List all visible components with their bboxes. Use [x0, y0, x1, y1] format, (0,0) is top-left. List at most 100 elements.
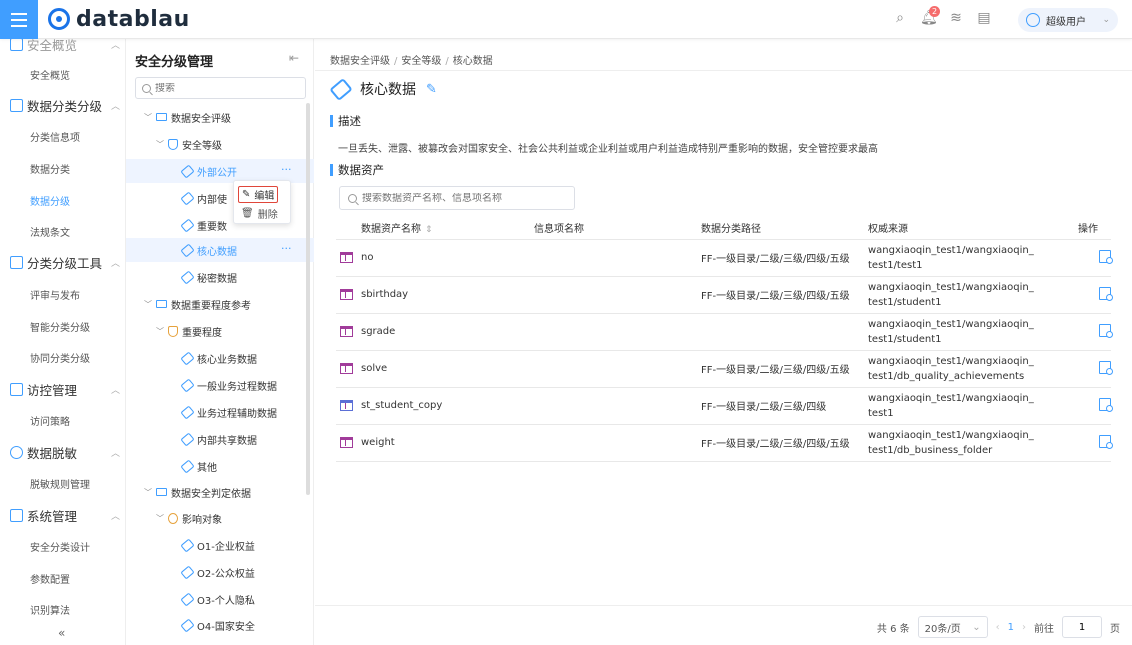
next-page-button[interactable]: ›	[1022, 622, 1026, 633]
tree-node[interactable]: O4-国家安全	[180, 613, 255, 637]
sidebar-group-tools[interactable]: 分类分级工具 ︿	[10, 253, 120, 272]
view-detail-icon[interactable]	[1099, 249, 1113, 264]
user-menu[interactable]: 超级用户 ⌄	[1018, 8, 1118, 32]
tree-node[interactable]: 核心业务数据	[180, 346, 257, 370]
sidebar-item-collab[interactable]: 协同分类分级	[30, 350, 90, 365]
tree-node[interactable]: O1-企业权益	[180, 533, 255, 557]
more-icon[interactable]: ···	[281, 163, 292, 176]
sidebar-item-smart[interactable]: 智能分类分级	[30, 319, 90, 334]
tag-icon	[180, 164, 195, 178]
tree-node[interactable]: ﹀ 安全等级	[156, 132, 222, 156]
sidebar-group-access[interactable]: 访控管理 ︿	[10, 380, 120, 399]
tag-icon	[180, 191, 195, 205]
shield-icon	[168, 138, 178, 150]
breadcrumb-item[interactable]: 安全等级	[401, 56, 441, 67]
page-number[interactable]: 1	[1008, 622, 1014, 633]
source-line: test1/student1	[868, 296, 942, 308]
tree-node[interactable]: 内部共享数据	[180, 427, 257, 451]
sidebar-collapse-button[interactable]: «	[58, 626, 65, 640]
class-path: FF-一级目录/二级/三级/四级/五级	[701, 350, 868, 388]
view-detail-icon[interactable]	[1099, 397, 1113, 412]
breadcrumb-item[interactable]: 数据安全评级	[330, 56, 390, 67]
delete-menu-item[interactable]: 🗑︎ 删除	[238, 205, 281, 222]
sidebar-item-sec-design[interactable]: 安全分类设计	[30, 539, 90, 554]
chevron-up-icon: ︿	[110, 512, 120, 522]
logo[interactable]: datablau	[48, 5, 190, 33]
tree-title: 安全分级管理	[135, 55, 214, 70]
sidebar-group-mask[interactable]: 数据脱敏 ︿	[10, 443, 120, 462]
tag-icon	[180, 618, 195, 632]
tree-node[interactable]: O2-公众权益	[180, 560, 255, 584]
asset-search[interactable]	[339, 186, 575, 210]
asset-name: no	[361, 252, 374, 263]
tree-node[interactable]: ﹀ 数据重要程度参考	[144, 292, 251, 316]
tree-node[interactable]: ﹀ 数据安全判定依据	[144, 480, 251, 504]
view-detail-icon[interactable]	[1099, 434, 1113, 449]
goto-page-input[interactable]	[1062, 616, 1102, 638]
sidebar-item-algo[interactable]: 识别算法	[30, 602, 70, 617]
table-row: no FF-一级目录/二级/三级/四级/五级 wangxiaoqin_test1…	[336, 239, 1113, 277]
tree-node[interactable]: ﹀ 数据安全评级	[144, 105, 231, 129]
tree-node[interactable]: 一般业务过程数据	[180, 373, 277, 397]
sidebar-item-laws[interactable]: 法规条文	[30, 224, 70, 239]
tag-icon	[180, 218, 195, 232]
calendar-icon[interactable]: ▤	[976, 10, 992, 26]
logo-icon	[48, 8, 70, 30]
search-icon	[348, 193, 357, 203]
tree-node[interactable]: O3-个人隐私	[180, 587, 255, 611]
sort-icon[interactable]: ⇕	[425, 225, 433, 235]
view-detail-icon[interactable]	[1099, 360, 1113, 375]
bell-icon[interactable]: 🔔︎ 2	[920, 6, 940, 26]
sidebar-group-system[interactable]: 系统管理 ︿	[10, 506, 120, 525]
sidebar-item-mask-rules[interactable]: 脱敏规则管理	[30, 476, 90, 491]
page-suffix: 页	[1110, 623, 1120, 635]
more-icon[interactable]: ···	[281, 242, 292, 255]
layers-icon[interactable]: ≋	[948, 10, 964, 26]
sidebar-item-data-classify[interactable]: 数据分类	[30, 161, 70, 176]
prev-page-button[interactable]: ‹	[996, 622, 1000, 633]
tag-icon	[180, 351, 195, 365]
view-detail-icon[interactable]	[1099, 323, 1113, 338]
search-icon[interactable]: ⌕	[892, 10, 908, 26]
tree-node[interactable]: ﹀ 重要程度	[156, 319, 222, 343]
view-detail-icon[interactable]	[1099, 286, 1113, 301]
menu-toggle-button[interactable]	[0, 0, 38, 39]
divider	[315, 70, 1132, 71]
sidebar-group-classify[interactable]: 数据分类分级 ︿	[10, 96, 120, 115]
sidebar-item-classify-info[interactable]: 分类信息项	[30, 129, 80, 144]
collapse-all-icon[interactable]: ⇤	[289, 51, 299, 65]
tree-search-input[interactable]	[155, 82, 295, 94]
tools-icon	[10, 256, 23, 269]
sidebar-item-overview[interactable]: 安全概览	[30, 67, 70, 82]
column-header[interactable]: 数据资产名称 ⇕	[336, 217, 534, 240]
source-line: test1/student1	[868, 333, 942, 345]
tree-scrollbar[interactable]	[306, 103, 310, 495]
tree-node[interactable]: 重要数	[180, 213, 227, 237]
asset-search-input[interactable]	[362, 192, 562, 204]
table-row: weight FF-一级目录/二级/三级/四级/五级 wangxiaoqin_t…	[336, 424, 1113, 462]
sidebar-group-overview[interactable]: 安全概览 ︿	[10, 39, 120, 54]
tree-node[interactable]: ﹀ 影响对象	[156, 506, 222, 530]
tree-node[interactable]: 秘密数据	[180, 265, 237, 289]
header-icons: ⌕ 🔔︎ 2 ≋ ▤	[892, 6, 992, 26]
source-line: wangxiaoqin_test1/wangxiaoqin_	[868, 429, 1034, 441]
sidebar-item-params[interactable]: 参数配置	[30, 571, 70, 586]
tree-node[interactable]: 其他	[180, 454, 217, 478]
pagination: 共 6 条 20条/页⌄ ‹ 1 › 前往 页	[877, 616, 1120, 638]
table-row: sgrade wangxiaoqin_test1/wangxiaoqin_ tes…	[336, 313, 1113, 351]
tree-node[interactable]: 业务过程辅助数据	[180, 400, 277, 424]
sidebar-item-review[interactable]: 评审与发布	[30, 287, 80, 302]
page-size-select[interactable]: 20条/页 ⌄	[917, 616, 988, 638]
edit-icon[interactable]: ✎	[426, 82, 437, 97]
edit-menu-item[interactable]: ✎ 编辑	[238, 186, 279, 203]
tree-node[interactable]: 内部使	[180, 186, 227, 210]
sidebar-item-data-grade[interactable]: 数据分级	[30, 193, 70, 208]
asset-name: sgrade	[361, 326, 396, 337]
column-header: 操作	[1078, 217, 1111, 240]
sidebar-item-access-policy[interactable]: 访问策略	[30, 413, 70, 428]
page-header: 核心数据 ✎	[329, 77, 437, 101]
tree-search[interactable]	[135, 77, 306, 99]
asset-name: weight	[361, 437, 395, 448]
table-row: st_student_copy FF-一级目录/二级/三级/四级 wangxia…	[336, 387, 1113, 425]
source-line: wangxiaoqin_test1/wangxiaoqin_	[868, 355, 1034, 367]
